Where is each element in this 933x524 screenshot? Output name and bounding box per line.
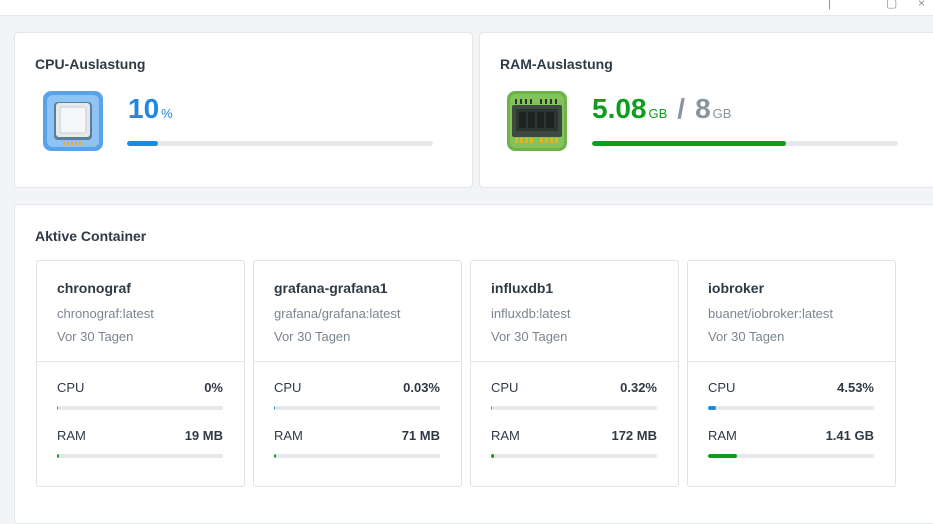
ram-bar-fill bbox=[57, 454, 59, 458]
ram-separator: / bbox=[677, 93, 686, 124]
ram-bar-fill bbox=[491, 454, 495, 458]
divider bbox=[688, 361, 895, 362]
ram-value: 71 MB bbox=[401, 428, 440, 443]
container-name: chronograf bbox=[57, 280, 131, 296]
ram-usage-bar bbox=[592, 141, 898, 146]
cpu-label: CPU bbox=[57, 380, 85, 395]
container-age: Vor 30 Tagen bbox=[274, 329, 351, 344]
ram-module-icon bbox=[506, 90, 568, 152]
ram-bar bbox=[708, 454, 874, 458]
cpu-value: 0.32% bbox=[620, 380, 657, 395]
cpu-chip-icon bbox=[42, 90, 104, 152]
active-containers-card: Aktive Container chronograf chronograf:l… bbox=[14, 204, 933, 524]
ram-total-unit: GB bbox=[712, 106, 732, 121]
cpu-bar-fill bbox=[491, 406, 492, 410]
ram-bar-fill bbox=[708, 454, 738, 458]
container-image: influxdb:latest bbox=[491, 306, 571, 321]
cpu-usage-card: CPU-Auslastung 10% bbox=[14, 32, 473, 188]
ram-label: RAM bbox=[57, 428, 86, 443]
container-name: grafana-grafana1 bbox=[274, 280, 388, 296]
ram-value: 19 MB bbox=[184, 428, 223, 443]
cpu-value: 0% bbox=[204, 380, 223, 395]
container-image: grafana/grafana:latest bbox=[274, 306, 401, 321]
ram-used-unit: GB bbox=[648, 106, 668, 121]
cpu-bar-fill bbox=[57, 406, 58, 410]
container-name: influxdb1 bbox=[491, 280, 554, 296]
cpu-bar-fill bbox=[708, 406, 716, 410]
container-image: buanet/iobroker:latest bbox=[708, 306, 834, 321]
ram-usage-bar-fill bbox=[592, 141, 787, 146]
container-tile-chronograf[interactable]: chronograf chronograf:latest Vor 30 Tage… bbox=[36, 260, 245, 487]
cpu-bar bbox=[57, 406, 223, 410]
ram-bar-fill bbox=[274, 454, 276, 458]
ram-label: RAM bbox=[708, 428, 737, 443]
ram-card-title: RAM-Auslastung bbox=[500, 56, 613, 72]
close-icon[interactable]: × bbox=[918, 0, 925, 10]
container-age: Vor 30 Tagen bbox=[57, 329, 134, 344]
container-image: chronograf:latest bbox=[57, 306, 154, 321]
ram-value: 1.41 GB bbox=[825, 428, 874, 443]
container-tile-iobroker[interactable]: iobroker buanet/iobroker:latest Vor 30 T… bbox=[687, 260, 896, 487]
ram-total-number: 8 bbox=[695, 93, 711, 124]
divider bbox=[37, 361, 244, 362]
cpu-usage-bar bbox=[127, 141, 433, 146]
window-icon[interactable]: ▢ bbox=[886, 0, 897, 10]
ram-bar bbox=[491, 454, 657, 458]
cpu-label: CPU bbox=[491, 380, 519, 395]
ram-label: RAM bbox=[274, 428, 303, 443]
cpu-value: 4.53% bbox=[837, 380, 874, 395]
divider bbox=[254, 361, 461, 362]
container-name: iobroker bbox=[708, 280, 765, 296]
cpu-value-unit: % bbox=[161, 106, 173, 121]
cpu-bar-fill bbox=[274, 406, 275, 410]
cpu-label: CPU bbox=[708, 380, 736, 395]
cpu-value: 0.03% bbox=[403, 380, 440, 395]
ram-used-number: 5.08 bbox=[592, 93, 647, 124]
divider bbox=[471, 361, 678, 362]
ram-bar bbox=[57, 454, 223, 458]
minimize-icon[interactable]: | bbox=[828, 0, 831, 10]
ram-label: RAM bbox=[491, 428, 520, 443]
ram-usage-value: 5.08 GB/8 GB bbox=[592, 95, 731, 123]
cpu-usage-bar-fill bbox=[127, 141, 158, 146]
container-tile-grafana[interactable]: grafana-grafana1 grafana/grafana:latest … bbox=[253, 260, 462, 487]
cpu-bar bbox=[708, 406, 874, 410]
cpu-value-number: 10 bbox=[128, 93, 160, 124]
containers-card-title: Aktive Container bbox=[35, 228, 147, 244]
cpu-bar bbox=[491, 406, 657, 410]
cpu-bar bbox=[274, 406, 440, 410]
cpu-label: CPU bbox=[274, 380, 302, 395]
top-bar: | ▢ × bbox=[0, 0, 933, 16]
cpu-card-title: CPU-Auslastung bbox=[35, 56, 146, 72]
container-age: Vor 30 Tagen bbox=[491, 329, 568, 344]
container-tile-influxdb[interactable]: influxdb1 influxdb:latest Vor 30 Tagen C… bbox=[470, 260, 679, 487]
ram-bar bbox=[274, 454, 440, 458]
cpu-usage-value: 10% bbox=[128, 95, 173, 123]
container-age: Vor 30 Tagen bbox=[708, 329, 785, 344]
ram-value: 172 MB bbox=[611, 428, 657, 443]
ram-usage-card: RAM-Auslastung 5.08 GB / 8 GB bbox=[479, 32, 933, 188]
